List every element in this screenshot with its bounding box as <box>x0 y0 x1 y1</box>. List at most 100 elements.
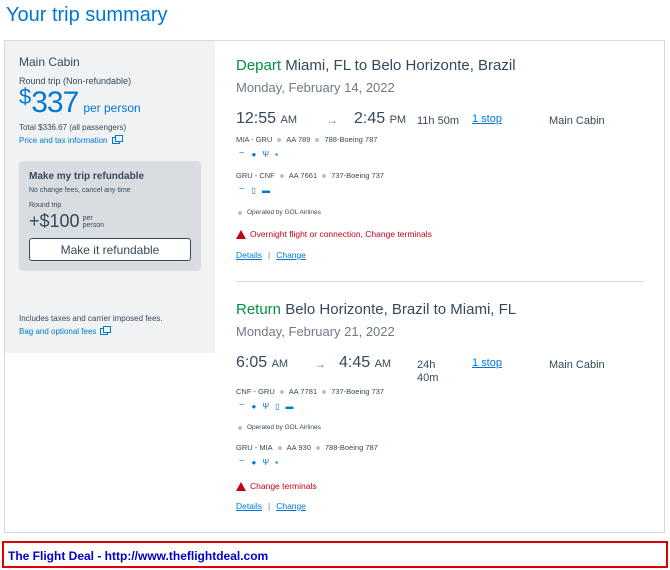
phone-icon: ▯ <box>251 186 256 195</box>
flight-number: AA 7781 <box>288 387 318 396</box>
return-dep-ampm: AM <box>271 358 289 370</box>
return-date: Monday, February 21, 2022 <box>236 324 395 339</box>
return-arr-ampm: AM <box>374 358 392 370</box>
refund-title: Make my trip refundable <box>29 171 145 182</box>
return-dep-time: 6:05 AM <box>236 354 288 372</box>
dot-separator <box>315 445 320 450</box>
depart-direction: Depart <box>236 57 282 74</box>
depart-date: Monday, February 14, 2022 <box>236 80 395 95</box>
flight-aircraft: 737-Boeing 737 <box>331 387 385 396</box>
usb-icon: Ψ <box>262 150 270 159</box>
depart-details-link[interactable]: Details <box>236 250 262 260</box>
refund-currency: $ <box>39 211 50 231</box>
depart-arr-time-value: 2:45 <box>354 110 386 127</box>
external-link-icon <box>111 135 123 144</box>
return-heading: Return Belo Horizonte, Brazil to Miami, … <box>236 301 646 318</box>
depart-warning-text: Overnight flight or connection, Change t… <box>250 229 432 239</box>
depart-heading: Depart Miami, FL to Belo Horizonte, Braz… <box>236 57 646 74</box>
refund-plus: + <box>29 211 40 231</box>
return-details-link[interactable]: Details <box>236 501 262 511</box>
price-sidebar: Main Cabin Round trip (Non-refundable) $… <box>5 41 215 353</box>
return-flight-2: GRU - MIA AA 930 788-Boeing 787 <box>236 443 378 452</box>
dot-separator <box>238 210 242 215</box>
flight-aircraft: 737-Boeing 737 <box>331 171 385 180</box>
make-refundable-button[interactable]: Make it refundable <box>29 238 191 261</box>
dot-separator <box>322 173 327 178</box>
refund-amount: 100 <box>49 211 80 231</box>
operated-by-label: Operated by GOL Airlines <box>247 424 321 431</box>
refund-subtitle: No change fees, cancel any time <box>29 187 131 194</box>
fees-note: Includes taxes and carrier imposed fees. <box>19 314 163 323</box>
page-title: Your trip summary <box>6 4 168 26</box>
dot-separator <box>279 389 284 394</box>
wifi-icon: ⌔ <box>238 402 246 411</box>
return-links: Details | Change <box>236 501 306 511</box>
return-operated: Operated by GOL Airlines <box>238 424 321 431</box>
refund-per-1: per <box>82 214 93 222</box>
refund-trip-label: Round trip <box>29 202 62 209</box>
flight-route: MIA - GRU <box>236 135 273 144</box>
price: $ 337 per person <box>19 84 201 120</box>
price-tax-link-label[interactable]: Price and tax information <box>19 136 108 145</box>
return-segment: Return Belo Horizonte, Brazil to Miami, … <box>236 301 646 511</box>
refund-per: per person <box>83 215 104 229</box>
flight-aircraft: 788-Boeing 787 <box>324 443 378 452</box>
power-icon: ● <box>251 150 257 159</box>
dot-separator <box>238 425 242 430</box>
wifi-icon: ⌔ <box>238 186 246 195</box>
tv-icon: ▬ <box>285 402 294 411</box>
refund-panel: Make my trip refundable No change fees, … <box>19 161 201 271</box>
wifi-icon: ⌔ <box>238 150 246 159</box>
depart-amenities-2: ⌔ ▯ ▬ <box>238 187 270 195</box>
depart-dep-ampm: AM <box>280 114 298 126</box>
return-duration-h: 24h <box>417 359 436 371</box>
price-currency: $ <box>19 84 32 109</box>
depart-flight-1: MIA - GRU AA 789 788-Boeing 787 <box>236 135 377 144</box>
depart-flight-2: GRU - CNF AA 7661 737-Boeing 737 <box>236 171 384 180</box>
price-amount: 337 <box>31 86 79 119</box>
depart-duration: 11h 50m <box>417 115 459 127</box>
bag-fees-link-label[interactable]: Bag and optional fees <box>19 327 96 336</box>
depart-warning: Overnight flight or connection, Change t… <box>236 229 432 239</box>
phone-icon: ▯ <box>275 402 280 411</box>
return-direction: Return <box>236 301 282 318</box>
dot-separator <box>277 445 282 450</box>
power-icon: ● <box>251 458 257 467</box>
arrow-right-icon: → <box>314 357 326 371</box>
return-change-link[interactable]: Change <box>276 501 306 511</box>
depart-dep-time-value: 12:55 <box>236 110 277 127</box>
return-cabin: Main Cabin <box>549 359 605 371</box>
return-arr-time: 4:45 AM <box>339 354 391 372</box>
return-duration: 24h 40m <box>417 359 438 385</box>
link-separator: | <box>267 250 271 260</box>
footer-banner: The Flight Deal - http://www.theflightde… <box>2 541 668 568</box>
flight-number: AA 930 <box>286 443 311 452</box>
flight-route: GRU - CNF <box>236 171 275 180</box>
arrow-right-icon: → <box>326 113 338 127</box>
flight-route: GRU - MIA <box>236 443 273 452</box>
return-dep-time-value: 6:05 <box>236 354 268 371</box>
return-stops-link[interactable]: 1 stop <box>472 357 502 369</box>
dot-separator <box>277 137 282 142</box>
depart-segment: Depart Miami, FL to Belo Horizonte, Braz… <box>236 57 646 260</box>
return-route: Belo Horizonte, Brazil to Miami, FL <box>285 301 517 318</box>
depart-change-link[interactable]: Change <box>276 250 306 260</box>
dot-separator <box>279 173 284 178</box>
return-flight-1: CNF - GRU AA 7781 737-Boeing 737 <box>236 387 384 396</box>
link-separator: | <box>267 501 271 511</box>
flight-route: CNF - GRU <box>236 387 275 396</box>
bag-fees-link[interactable]: Bag and optional fees <box>19 326 201 336</box>
refund-per-2: person <box>82 221 104 229</box>
warning-icon <box>236 481 246 491</box>
depart-arr-ampm: PM <box>389 114 407 126</box>
return-amenities-2: ⌔ ● Ψ ▪ <box>238 459 278 467</box>
total-price: Total $336.67 (all passengers) <box>19 123 127 132</box>
price-tax-link[interactable]: Price and tax information <box>19 135 201 145</box>
depart-operated: Operated by GOL Airlines <box>238 209 321 216</box>
depart-stops-link[interactable]: 1 stop <box>472 113 502 125</box>
operated-by-label: Operated by GOL Airlines <box>247 209 321 216</box>
return-warning: Change terminals <box>236 481 317 491</box>
depart-arr-time: 2:45 PM <box>354 110 406 128</box>
flight-number: AA 7661 <box>288 171 318 180</box>
depart-route: Miami, FL to Belo Horizonte, Brazil <box>285 57 516 74</box>
